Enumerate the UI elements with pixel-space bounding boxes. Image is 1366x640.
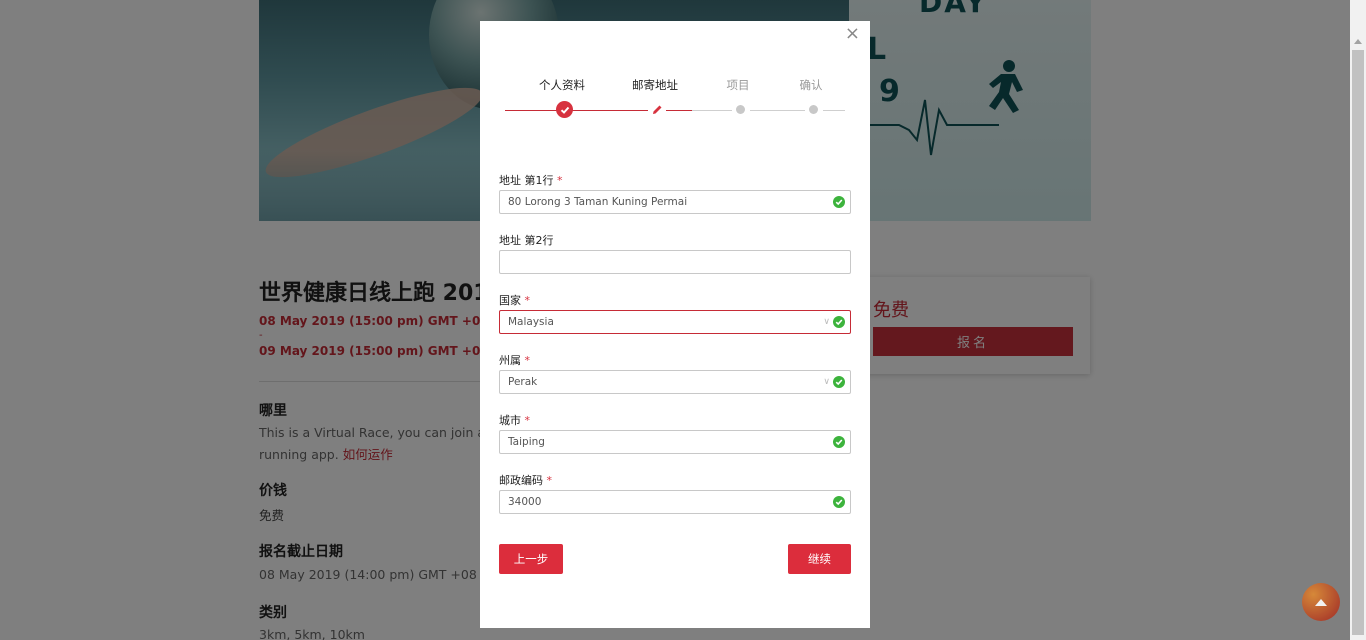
address2-label: 地址 第2行	[499, 234, 554, 247]
address1-label-text: 地址 第1行	[499, 174, 554, 187]
valid-check-icon	[833, 376, 845, 388]
country-label-text: 国家	[499, 294, 521, 307]
address1-label: 地址 第1行 *	[499, 172, 563, 188]
stepper-line	[823, 110, 845, 111]
stepper-line	[750, 110, 805, 111]
chevron-down-icon: ∨	[823, 317, 830, 327]
address1-input[interactable]: 80 Lorong 3 Taman Kuning Permai	[499, 190, 851, 214]
valid-check-icon	[833, 196, 845, 208]
required-marker: *	[546, 474, 553, 487]
country-value: Malaysia	[508, 316, 554, 328]
city-input[interactable]: Taiping	[499, 430, 851, 454]
country-label: 国家 *	[499, 292, 530, 308]
required-marker: *	[557, 174, 563, 187]
arrow-up-icon	[1315, 598, 1327, 606]
scrollbar-thumb[interactable]	[1352, 50, 1364, 635]
step-done-check-icon	[556, 101, 573, 118]
registration-modal: × 个人资料 邮寄地址 项目 确认 地址 第1行 * 80 Lorong 3 T…	[480, 21, 870, 628]
stepper-progress-line	[505, 110, 648, 111]
previous-step-button[interactable]: 上一步	[499, 544, 563, 574]
city-label: 城市 *	[499, 412, 530, 428]
required-marker: *	[524, 354, 531, 367]
step-pending-dot	[809, 105, 818, 114]
chevron-down-icon: ∨	[823, 377, 830, 387]
postcode-label-text: 邮政编码	[499, 474, 543, 487]
required-marker: *	[524, 414, 531, 427]
address2-input[interactable]	[499, 250, 851, 274]
city-label-text: 城市	[499, 414, 521, 427]
stepper-line	[692, 110, 732, 111]
step-mailing-address-label: 邮寄地址	[632, 78, 678, 92]
postcode-label: 邮政编码 *	[499, 472, 552, 488]
scroll-up-arrow-icon[interactable]	[1354, 39, 1362, 44]
state-label: 州属 *	[499, 352, 530, 368]
step-items-label: 项目	[726, 78, 750, 92]
postcode-value: 34000	[508, 496, 542, 508]
back-to-top-button[interactable]	[1302, 583, 1340, 621]
postcode-input[interactable]: 34000	[499, 490, 851, 514]
step-pending-dot	[736, 105, 745, 114]
required-marker: *	[524, 294, 531, 307]
step-personal-info-label: 个人资料	[539, 78, 585, 92]
continue-button[interactable]: 继续	[788, 544, 851, 574]
state-select[interactable]: Perak ∨	[499, 370, 851, 394]
city-value: Taiping	[508, 436, 545, 448]
valid-check-icon	[833, 316, 845, 328]
stepper-progress-line	[666, 110, 692, 111]
country-select[interactable]: Malaysia ∨	[499, 310, 851, 334]
state-value: Perak	[508, 376, 538, 388]
step-confirm-label: 确认	[799, 78, 823, 92]
address1-value: 80 Lorong 3 Taman Kuning Permai	[508, 196, 688, 208]
pencil-icon	[653, 105, 662, 114]
valid-check-icon	[833, 496, 845, 508]
close-icon[interactable]: ×	[845, 25, 860, 43]
state-label-text: 州属	[499, 354, 521, 367]
valid-check-icon	[833, 436, 845, 448]
